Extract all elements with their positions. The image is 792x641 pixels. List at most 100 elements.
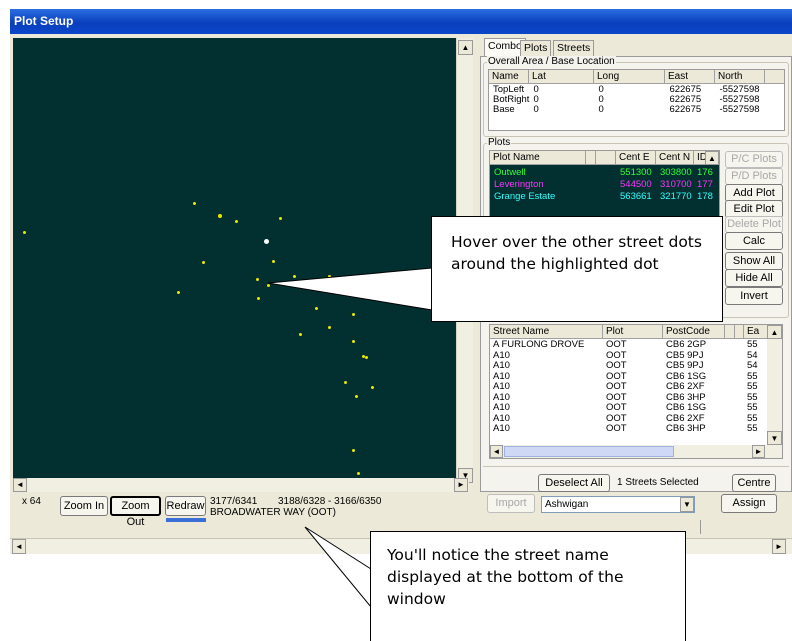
scroll-left-icon[interactable]: ◄ [13, 478, 27, 492]
pc-plots-button[interactable]: P/C Plots [725, 151, 783, 168]
redraw-progress-bar [166, 518, 206, 522]
window-scroll-right-icon[interactable]: ► [772, 539, 786, 554]
overall-area-label: Overall Area / Base Location [487, 56, 616, 67]
street-dot[interactable] [355, 395, 358, 398]
streets-scroll-up-icon[interactable]: ▲ [767, 325, 782, 339]
chevron-down-icon[interactable]: ▼ [680, 497, 694, 512]
col-east[interactable]: East [665, 70, 715, 83]
street-row[interactable]: A10 OOT CB6 1SG 55 [490, 371, 766, 383]
streets-horizontal-scrollbar[interactable]: ◄ ► [490, 445, 782, 458]
plot-cell-id: 178 [697, 191, 713, 202]
street-dot[interactable] [352, 449, 355, 452]
street-dot[interactable] [267, 284, 270, 287]
table-row[interactable]: Base 0 0 622675 -5527598 [489, 105, 760, 115]
street-row[interactable]: A10 OOT CB6 2XF 55 [490, 413, 766, 425]
street-cell-east: 55 [747, 423, 758, 434]
street-dot[interactable] [272, 260, 275, 263]
zoom-in-button[interactable]: Zoom In [60, 496, 108, 516]
map-horizontal-scrollbar[interactable]: ◄ ► [13, 478, 469, 492]
street-dot[interactable] [177, 291, 180, 294]
col-cent-e[interactable]: Cent E [616, 151, 656, 164]
hide-all-button[interactable]: Hide All [725, 269, 783, 287]
col-plot-name[interactable]: Plot Name [490, 151, 586, 164]
streets-scroll-down-icon[interactable]: ▼ [767, 431, 782, 445]
highlighted-street-dot[interactable] [264, 239, 269, 244]
area-select[interactable]: Ashwigan ▼ [541, 496, 695, 513]
street-row[interactable]: A10 OOT CB6 3HP 55 [490, 392, 766, 404]
street-dot[interactable] [218, 214, 222, 218]
street-dot[interactable] [357, 472, 360, 475]
zoom-out-button[interactable]: Zoom Out [110, 496, 161, 528]
col-name[interactable]: Name [489, 70, 529, 83]
col-postcode[interactable]: PostCode [663, 325, 725, 338]
window-scroll-left-icon[interactable]: ◄ [12, 539, 26, 554]
import-button[interactable]: Import [487, 494, 535, 513]
street-dot[interactable] [23, 231, 26, 234]
col-lat[interactable]: Lat [529, 70, 594, 83]
street-dot[interactable] [193, 202, 196, 205]
street-dot[interactable] [328, 275, 331, 278]
hover-callout-text: Hover over the other street dots around … [451, 233, 702, 273]
tab-streets[interactable]: Streets [553, 40, 595, 57]
street-dot[interactable] [352, 313, 355, 316]
street-name-callout-text: You'll notice the street name displayed … [387, 546, 624, 608]
plot-row[interactable]: Outwell 551300 303800 176 [490, 167, 719, 179]
street-dot[interactable] [365, 356, 368, 359]
map-canvas[interactable] [13, 38, 456, 478]
plots-scroll-up-icon[interactable]: ▲ [705, 151, 719, 165]
calc-centres-button[interactable]: Calc Centres [725, 232, 783, 263]
street-cell-east: 54 [747, 360, 758, 371]
street-row[interactable]: A FURLONG DROVE OOT CB6 2GP 55 [490, 340, 766, 351]
street-dot[interactable] [202, 261, 205, 264]
panel-scroll-line [700, 520, 701, 534]
street-name-callout: You'll notice the street name displayed … [370, 531, 686, 641]
street-row[interactable]: A10 OOT CB6 1SG 55 [490, 402, 766, 414]
col-plot[interactable]: Plot [603, 325, 663, 338]
show-all-button[interactable]: Show All [725, 252, 783, 270]
street-cell-name: A10 [493, 423, 510, 434]
streets-scroll-left-icon[interactable]: ◄ [490, 445, 503, 458]
street-dot[interactable] [328, 326, 331, 329]
street-dot[interactable] [257, 297, 260, 300]
street-row[interactable]: A10 OOT CB6 3HP 55 [490, 423, 766, 435]
street-row[interactable]: A10 OOT CB6 2XF 55 [490, 381, 766, 393]
col-east[interactable]: Ea [744, 325, 768, 338]
col-north[interactable]: North [715, 70, 765, 83]
redraw-button[interactable]: Redraw [165, 496, 206, 516]
street-dot[interactable] [256, 278, 259, 281]
street-dot[interactable] [299, 333, 302, 336]
street-cell-plot: OOT [606, 381, 627, 392]
street-dot[interactable] [371, 386, 374, 389]
window-title: Plot Setup [14, 14, 74, 28]
streets-selected-count: 1 Streets Selected [617, 477, 699, 488]
col-street-name[interactable]: Street Name [490, 325, 603, 338]
deselect-all-button[interactable]: Deselect All [538, 474, 610, 492]
delete-plot-button[interactable]: Delete Plot [725, 216, 783, 233]
street-dot[interactable] [315, 307, 318, 310]
plot-row[interactable]: Leverington 544500 310700 177 [490, 179, 719, 191]
street-dot[interactable] [352, 340, 355, 343]
scroll-up-icon[interactable]: ▲ [458, 40, 473, 55]
street-row[interactable]: A10 OOT CB5 9PJ 54 [490, 350, 766, 362]
pd-plots-button[interactable]: P/D Plots [725, 168, 783, 185]
col-cent-n[interactable]: Cent N [656, 151, 694, 164]
street-cell-postcode: CB6 1SG [666, 402, 707, 413]
col-blank-2 [596, 151, 616, 164]
street-dot[interactable] [344, 381, 347, 384]
plot-row[interactable]: Grange Estate 563661 321770 178 [490, 191, 719, 203]
street-dot[interactable] [293, 275, 296, 278]
invert-button[interactable]: Invert [725, 287, 783, 305]
streets-scroll-right-icon[interactable]: ► [752, 445, 765, 458]
street-dot[interactable] [279, 217, 282, 220]
street-row[interactable]: A10 OOT CB5 9PJ 54 [490, 360, 766, 372]
tab-plots[interactable]: Plots [520, 40, 552, 57]
plot-cell-id: 176 [697, 167, 713, 178]
street-dot[interactable] [235, 220, 238, 223]
scroll-right-icon[interactable]: ► [454, 478, 468, 492]
col-long[interactable]: Long [594, 70, 665, 83]
plot-cell-cent-n: 310700 [660, 179, 692, 190]
streets-vertical-scrollbar[interactable]: ▲ ▼ [767, 325, 782, 445]
streets-scroll-thumb[interactable] [504, 446, 674, 457]
centre-button[interactable]: Centre [732, 474, 776, 492]
assign-button[interactable]: Assign [721, 494, 777, 513]
